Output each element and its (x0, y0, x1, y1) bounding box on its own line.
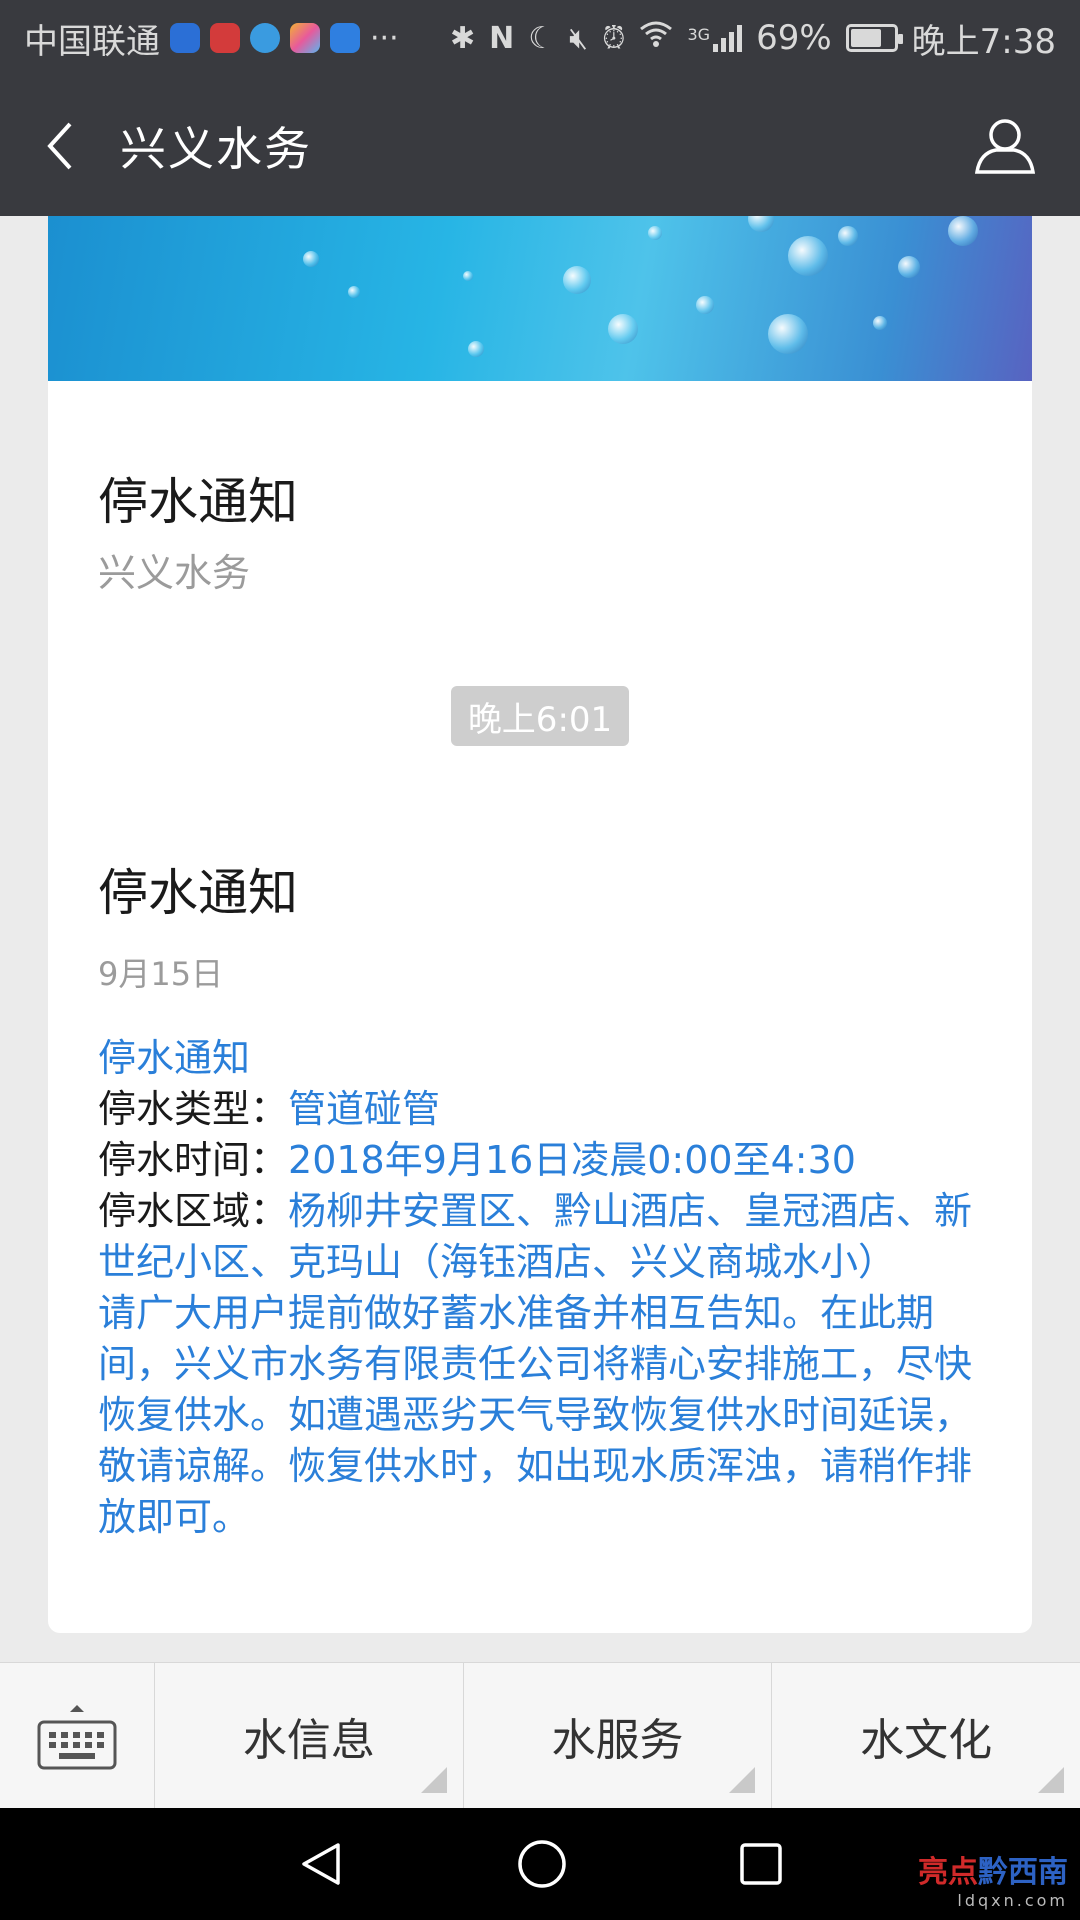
menu-item-water-culture[interactable]: 水文化 (772, 1663, 1080, 1809)
network-type: 3G (687, 24, 711, 44)
blue-app-icon (330, 23, 360, 53)
article-title: 停水通知 (98, 473, 298, 531)
battery-icon (845, 24, 903, 52)
wifi-icon (639, 20, 673, 56)
red-app-icon (210, 23, 240, 53)
clock: 晚上7:38 (911, 21, 1056, 62)
battery-percent: 69% (756, 18, 832, 58)
outage-type-label: 停水类型： (98, 1087, 289, 1131)
outage-time-row: 停水时间：2018年9月16日凌晨0:00至4:30 (98, 1135, 982, 1186)
watermark-text-2: 黔西南 (978, 1855, 1068, 1890)
page-title: 兴义水务 (120, 122, 312, 176)
keyboard-icon (37, 1720, 117, 1770)
submenu-corner-icon (729, 1767, 756, 1793)
carrier-name: 中国联通 (24, 21, 160, 62)
shield-app-icon (170, 23, 200, 53)
alarm-icon: ⏰︎ (602, 20, 626, 56)
menu-item-water-info[interactable]: 水信息 (155, 1663, 464, 1809)
notice-heading: 停水通知 (98, 1036, 251, 1080)
menu-item-label: 水服务 (551, 1715, 684, 1766)
photos-app-icon (290, 23, 320, 53)
watermark-url: ldqxn.com (957, 1891, 1068, 1910)
message-timestamp: 晚上6:01 (451, 686, 629, 746)
menu-item-label: 水信息 (242, 1715, 375, 1766)
outage-time-value: 2018年9月16日凌晨0:00至4:30 (288, 1138, 856, 1182)
notice-date: 9月15日 (98, 955, 224, 993)
more-notifications-icon: ··· (370, 20, 399, 56)
notice-text: 请广大用户提前做好蓄水准备并相互告知。在此期间，兴义市水务有限责任公司将精心安排… (98, 1291, 973, 1539)
outage-area-label: 停水区域： (98, 1189, 289, 1233)
outage-type-value: 管道碰管 (288, 1087, 441, 1131)
menu-item-water-service[interactable]: 水服务 (464, 1663, 773, 1809)
outage-time-label: 停水时间： (98, 1138, 289, 1182)
water-banner-image (48, 216, 1032, 381)
watermark-text-1: 亮点 (918, 1855, 978, 1890)
signal-icon: 3G (687, 24, 743, 52)
nfc-icon: N (489, 20, 515, 56)
bottom-menu: 水信息 水服务 水文化 (0, 1662, 1080, 1809)
nav-recents-icon[interactable] (738, 1841, 784, 1887)
telegram-app-icon (250, 23, 280, 53)
submenu-corner-icon (1038, 1767, 1065, 1793)
mute-icon: 🔇︎ (569, 20, 589, 56)
system-nav-bar: 亮点黔西南 ldqxn.com (0, 1808, 1080, 1920)
do-not-disturb-moon-icon: ☾ (528, 20, 556, 56)
outage-type-row: 停水类型：管道碰管 (98, 1084, 982, 1135)
profile-icon (974, 119, 1036, 174)
notice-card[interactable]: 停水通知 9月15日 停水通知 停水类型：管道碰管 停水时间：2018年9月16… (48, 783, 1032, 1633)
submenu-corner-icon (420, 1767, 447, 1793)
article-source: 兴义水务 (98, 551, 251, 595)
nav-home-icon[interactable] (516, 1838, 568, 1890)
keyboard-toggle-button[interactable] (0, 1663, 155, 1809)
menu-item-label: 水文化 (860, 1715, 993, 1766)
bluetooth-icon: ✱ (450, 20, 476, 56)
message-list[interactable]: 停水通知 兴义水务 晚上6:01 停水通知 9月15日 停水通知 停水类型：管道… (0, 216, 1080, 1662)
notice-body: 停水通知 停水类型：管道碰管 停水时间：2018年9月16日凌晨0:00至4:3… (98, 1033, 982, 1543)
back-arrow-icon (47, 122, 72, 170)
watermark-logo: 亮点黔西南 ldqxn.com (918, 1847, 1068, 1910)
profile-button[interactable] (930, 76, 1080, 216)
outage-area-row: 停水区域：杨柳井安置区、黔山酒店、皇冠酒店、新世纪小区、克玛山（海钰酒店、兴义商… (98, 1186, 982, 1288)
chevron-up-icon (70, 1705, 84, 1712)
notice-title: 停水通知 (98, 864, 298, 922)
title-bar: 兴义水务 (0, 76, 1080, 216)
status-bar: 中国联通 ··· ✱ N ☾ 🔇︎ ⏰︎ 3G 69% 晚上7:38 (0, 0, 1080, 76)
back-button[interactable] (0, 76, 120, 216)
nav-back-icon[interactable] (296, 1839, 346, 1889)
